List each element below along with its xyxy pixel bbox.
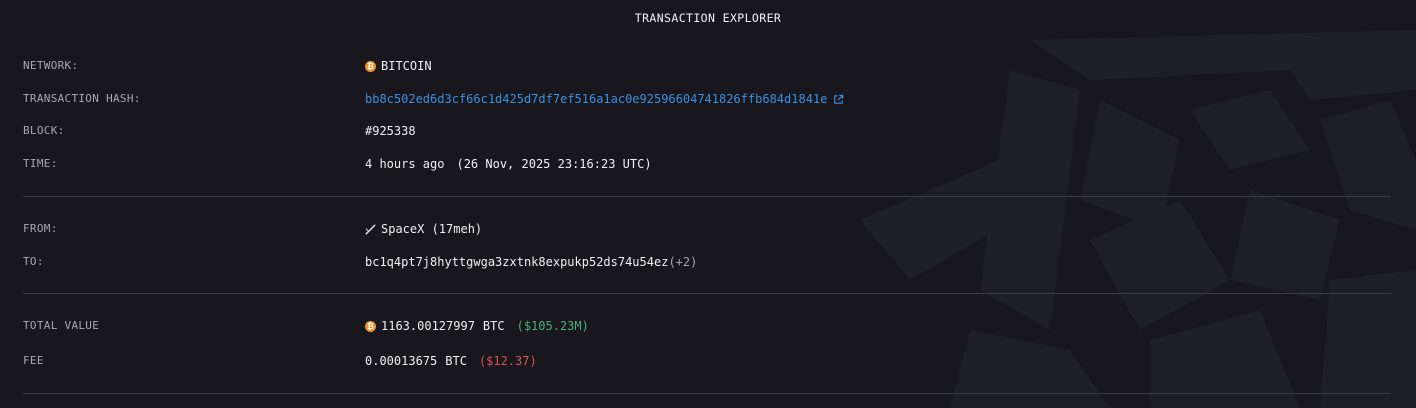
to-extra-count[interactable]: (+2) xyxy=(668,253,697,271)
network-value: ₿ BITCOIN xyxy=(365,57,432,75)
fee-unit: BTC xyxy=(445,354,467,368)
transaction-hash-value[interactable]: bb8c502ed6d3cf66c1d425d7df7ef516a1ac0e92… xyxy=(365,90,844,108)
block-label: BLOCK: xyxy=(23,124,65,137)
time-absolute: (26 Nov, 2025 23:16:23 UTC) xyxy=(456,157,652,171)
section-divider xyxy=(23,196,1391,197)
x-logo-icon xyxy=(365,223,376,235)
page-title: TRANSACTION EXPLORER xyxy=(634,11,782,25)
bitcoin-icon: ₿ xyxy=(365,60,376,72)
time-relative: 4 hours ago xyxy=(365,157,445,171)
external-link-icon[interactable] xyxy=(833,94,844,105)
section-divider xyxy=(23,393,1391,394)
fee-usd: ($12.37) xyxy=(478,354,537,368)
from-entity[interactable]: SpaceX (17meh) xyxy=(381,220,482,238)
section-divider xyxy=(23,293,1391,294)
fee-label: FEE xyxy=(23,354,44,367)
network-name: BITCOIN xyxy=(381,59,432,73)
to-address[interactable]: bc1q4pt7j8hyttgwga3zxtnk8expukp52ds74u54… xyxy=(365,253,668,271)
transaction-explorer-page: TRANSACTION EXPLORER NETWORK: ₿ BITCOIN … xyxy=(0,0,1416,408)
from-value[interactable]: SpaceX (17meh) xyxy=(365,220,482,238)
total-amount: 1163.00127997 xyxy=(381,319,475,333)
from-label: FROM: xyxy=(23,222,58,235)
to-label: TO: xyxy=(23,255,44,268)
time-label: TIME: xyxy=(23,157,58,170)
block-value: #925338 xyxy=(365,124,416,138)
to-value[interactable]: bc1q4pt7j8hyttgwga3zxtnk8expukp52ds74u54… xyxy=(365,253,697,271)
fee-value: 0.00013675 BTC ($12.37) xyxy=(365,352,537,370)
transaction-hash-link[interactable]: bb8c502ed6d3cf66c1d425d7df7ef516a1ac0e92… xyxy=(365,90,827,108)
network-label: NETWORK: xyxy=(23,59,79,72)
logo-watermark-icon xyxy=(860,30,1416,408)
total-unit: BTC xyxy=(482,319,505,333)
total-value: ₿ 1163.00127997 BTC ($105.23M) xyxy=(365,317,589,335)
transaction-hash-label: TRANSACTION HASH: xyxy=(23,92,141,105)
fee-amount: 0.00013675 xyxy=(365,354,438,368)
bitcoin-icon: ₿ xyxy=(365,320,376,332)
time-value: 4 hours ago (26 Nov, 2025 23:16:23 UTC) xyxy=(365,155,652,173)
total-value-label: TOTAL VALUE xyxy=(23,319,100,332)
total-usd: ($105.23M) xyxy=(516,319,589,333)
